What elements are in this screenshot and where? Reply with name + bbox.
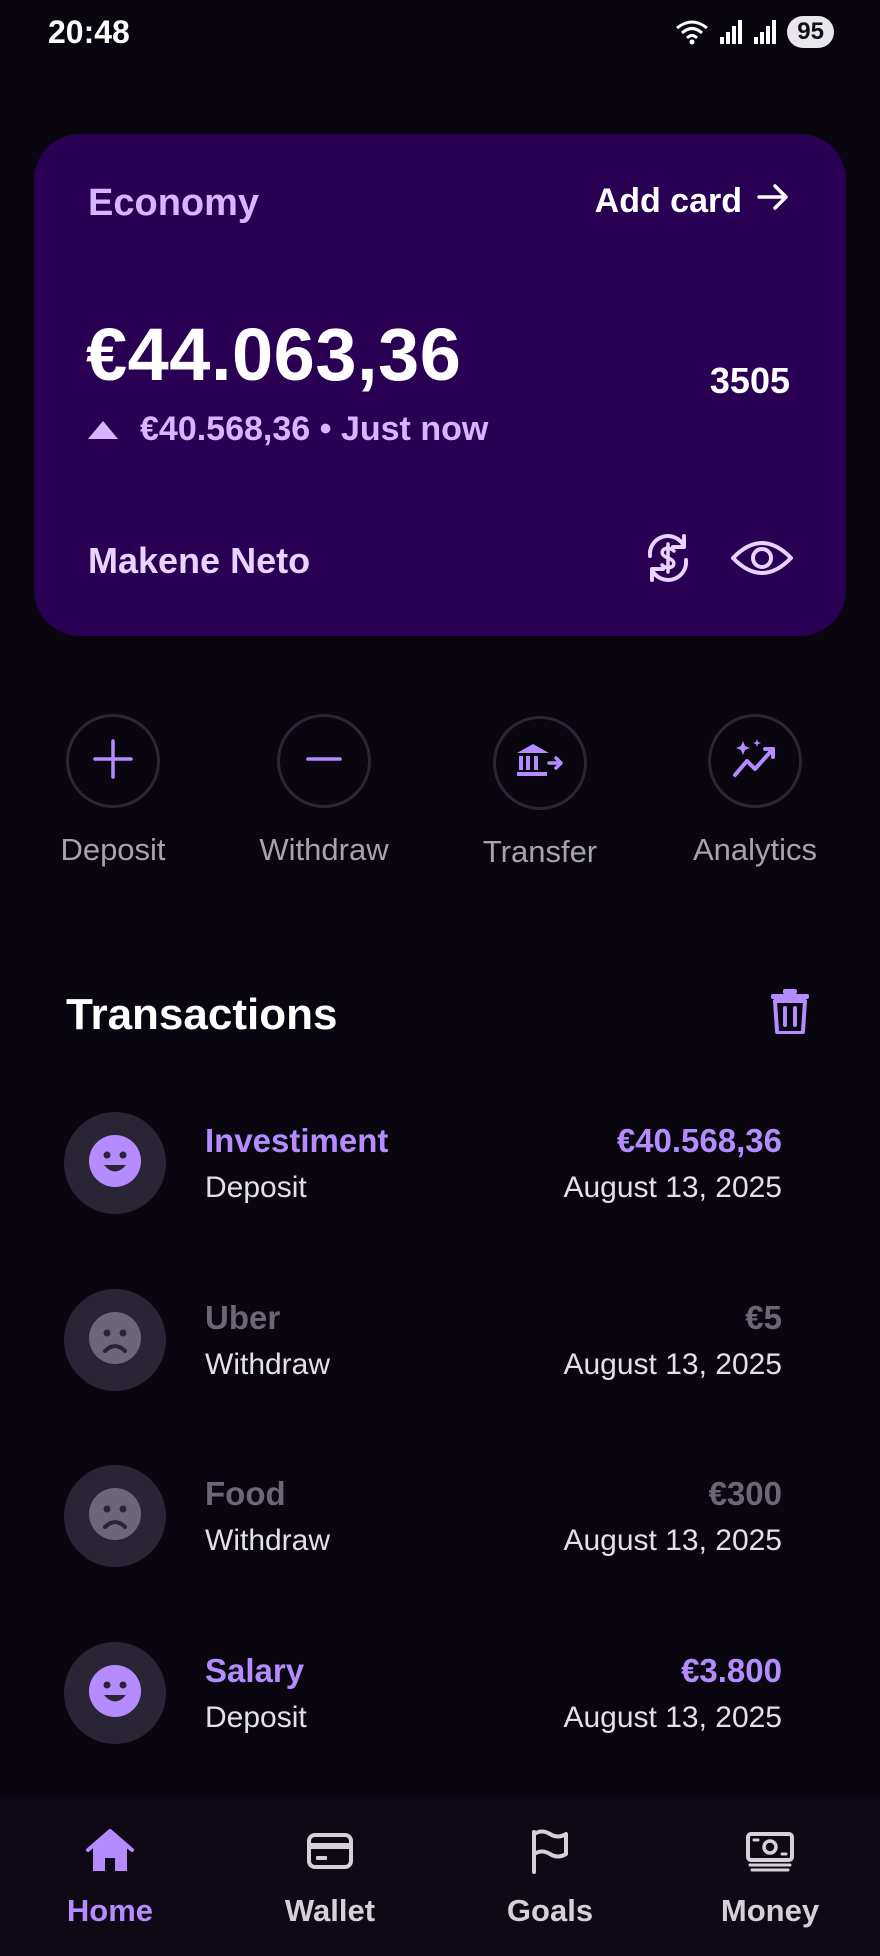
nav-wallet[interactable]: Wallet [220,1828,440,1929]
bank-transfer-icon [515,741,565,786]
withdraw-button[interactable]: Withdraw [214,714,434,868]
transfer-circle [493,716,587,810]
transaction-type: Withdraw [205,1348,331,1381]
withdraw-label: Withdraw [259,832,389,867]
balance-card[interactable]: Economy Add card €44.063,36 3505 €40.568… [34,134,846,636]
card-icons [640,530,794,591]
analytics-label: Analytics [692,832,818,867]
transaction-row[interactable]: Investiment Deposit €40.568,36 August 13… [0,1108,880,1218]
deposit-label: Deposit [60,832,166,867]
wifi-icon [675,19,709,45]
nav-wallet-label: Wallet [284,1893,376,1928]
status-icons: 95 [675,16,834,48]
arrow-right-icon [756,182,790,221]
transaction-avatar [64,1112,166,1214]
signal-icon-2 [753,19,777,45]
transaction-name: Food [205,1475,286,1512]
balance-change-text: €40.568,36 • Just now [140,410,489,448]
transaction-row[interactable]: Food Withdraw €300 August 13, 2025 [0,1461,880,1571]
deposit-circle [66,714,160,808]
sparkle-chart-icon [731,737,779,786]
happy-face-icon [88,1664,142,1723]
sad-face-icon [88,1311,142,1370]
transaction-amount: €300 [708,1475,782,1512]
transaction-type: Deposit [205,1701,307,1734]
triangle-up-icon [88,420,118,439]
bottom-navigation: Home Wallet Goals Money [0,1796,880,1956]
transaction-date: August 13, 2025 [563,1171,782,1204]
nav-goals-label: Goals [506,1893,594,1928]
transaction-amount: €40.568,36 [616,1122,782,1159]
card-holder-name: Makene Neto [88,540,311,581]
analytics-circle [708,714,802,808]
transaction-date: August 13, 2025 [563,1348,782,1381]
transaction-name: Salary [205,1652,305,1689]
analytics-button[interactable]: Analytics [645,714,865,868]
card-title: Economy [88,182,260,224]
nav-home-label: Home [66,1893,154,1928]
card-number: 3505 [709,360,790,401]
transaction-avatar [64,1642,166,1744]
quick-actions: Deposit Withdraw Transfer Analytics [0,714,880,884]
transaction-avatar [64,1289,166,1391]
deposit-button[interactable]: Deposit [3,714,223,868]
transaction-name: Investiment [205,1122,389,1159]
banknote-icon [745,1828,795,1879]
transactions-title: Transactions [66,990,338,1039]
transfer-button[interactable]: Transfer [430,714,650,870]
nav-money[interactable]: Money [660,1828,880,1929]
transaction-row[interactable]: Salary Deposit €3.800 August 13, 2025 [0,1638,880,1748]
balance-change: €40.568,36 • Just now [88,410,488,449]
transaction-name: Uber [205,1299,281,1336]
transaction-amount: €5 [745,1299,782,1336]
transaction-type: Deposit [205,1171,307,1204]
transaction-type: Withdraw [205,1524,331,1557]
transaction-date: August 13, 2025 [563,1524,782,1557]
withdraw-circle [277,714,371,808]
status-bar: 20:48 95 [0,0,880,64]
transfer-label: Transfer [482,834,598,869]
transaction-amount: €3.800 [681,1652,782,1689]
transaction-avatar [64,1465,166,1567]
currency-exchange-icon[interactable] [640,530,696,591]
transaction-row[interactable]: Uber Withdraw €5 August 13, 2025 [0,1285,880,1395]
transaction-date: August 13, 2025 [563,1701,782,1734]
status-time: 20:48 [48,13,130,50]
home-icon [85,1828,135,1879]
sad-face-icon [88,1487,142,1546]
balance-amount: €44.063,36 [86,313,462,396]
nav-money-label: Money [720,1893,820,1928]
flag-icon [525,1828,575,1879]
eye-icon[interactable] [730,536,794,585]
wallet-icon [305,1828,355,1879]
add-card-label: Add card [594,182,742,220]
signal-icon [719,19,743,45]
trash-icon[interactable] [770,988,810,1039]
minus-icon [302,737,346,786]
nav-goals[interactable]: Goals [440,1828,660,1929]
happy-face-icon [88,1134,142,1193]
battery-indicator: 95 [787,16,834,48]
nav-home[interactable]: Home [0,1828,220,1929]
add-card-button[interactable]: Add card [595,182,790,221]
plus-icon [91,737,135,786]
